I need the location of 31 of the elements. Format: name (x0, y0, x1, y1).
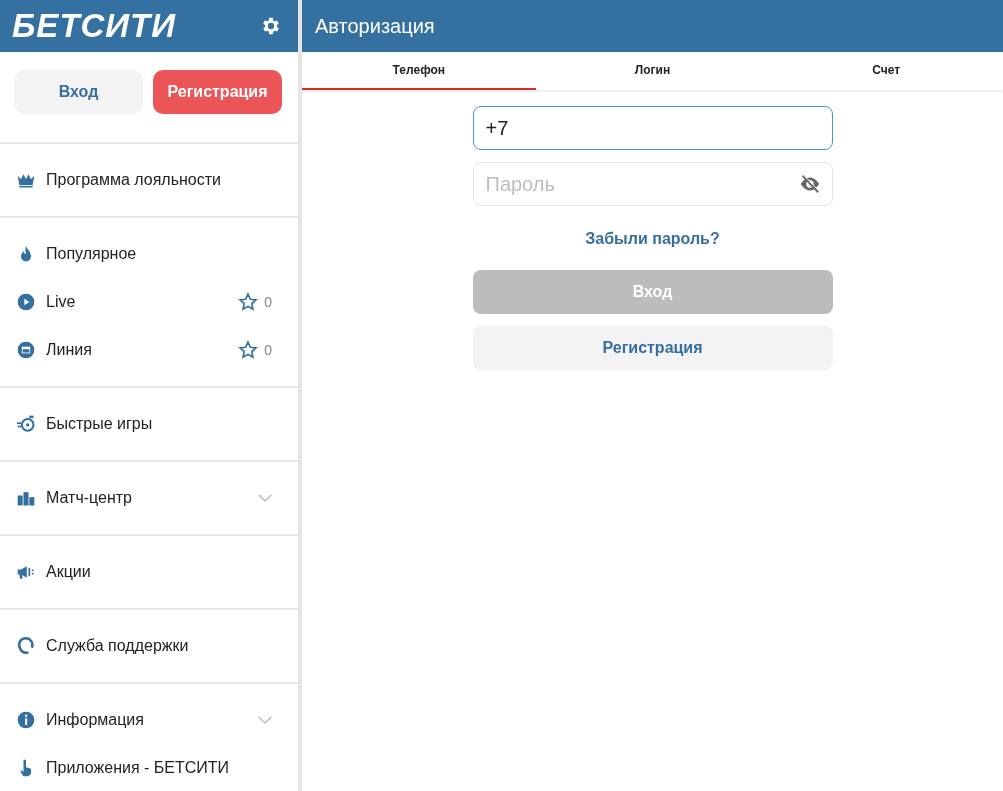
calendar-icon (16, 340, 36, 360)
logo[interactable]: БЕТСИТИ (12, 7, 176, 45)
menu-item[interactable]: Линия (46, 341, 239, 359)
tab[interactable]: Логин (535, 52, 770, 90)
menu-item[interactable]: Программа лояльности (46, 171, 272, 189)
menu-item[interactable]: Акции (46, 563, 272, 581)
stopwatch-icon (16, 414, 36, 434)
star-icon[interactable] (238, 292, 259, 312)
menu-item[interactable]: Приложения - БЕТСИТИ (46, 759, 272, 777)
info-icon (16, 710, 36, 730)
register-button[interactable]: Регистрация (153, 70, 282, 114)
menu-item[interactable]: Популярное (46, 245, 272, 263)
tab[interactable]: Счет (769, 52, 1003, 90)
menu-item[interactable]: Быстрые игры (46, 415, 272, 433)
password-field[interactable]: Пароль (472, 162, 833, 206)
favorites-count: 0 (264, 294, 272, 310)
favorites-count: 0 (264, 342, 272, 358)
play-icon (16, 292, 36, 312)
phone-field[interactable]: +7 (472, 106, 833, 150)
eye-slash-icon[interactable] (798, 173, 821, 195)
settings-icon[interactable] (260, 15, 282, 37)
menu-item[interactable]: Live (46, 293, 239, 311)
menu-item[interactable]: Информация (46, 711, 258, 729)
login-button[interactable]: Вход (14, 70, 143, 114)
star-icon[interactable] (238, 340, 259, 360)
register-button[interactable]: Регистрация (472, 326, 833, 370)
menu-item[interactable]: Служба поддержки (46, 637, 272, 655)
tab[interactable]: Телефон (302, 52, 536, 90)
menu-item[interactable]: Матч-центр (46, 489, 258, 507)
forgot-password-link[interactable]: Забыли пароль? (585, 230, 720, 248)
page-title: Авторизация (315, 14, 435, 38)
